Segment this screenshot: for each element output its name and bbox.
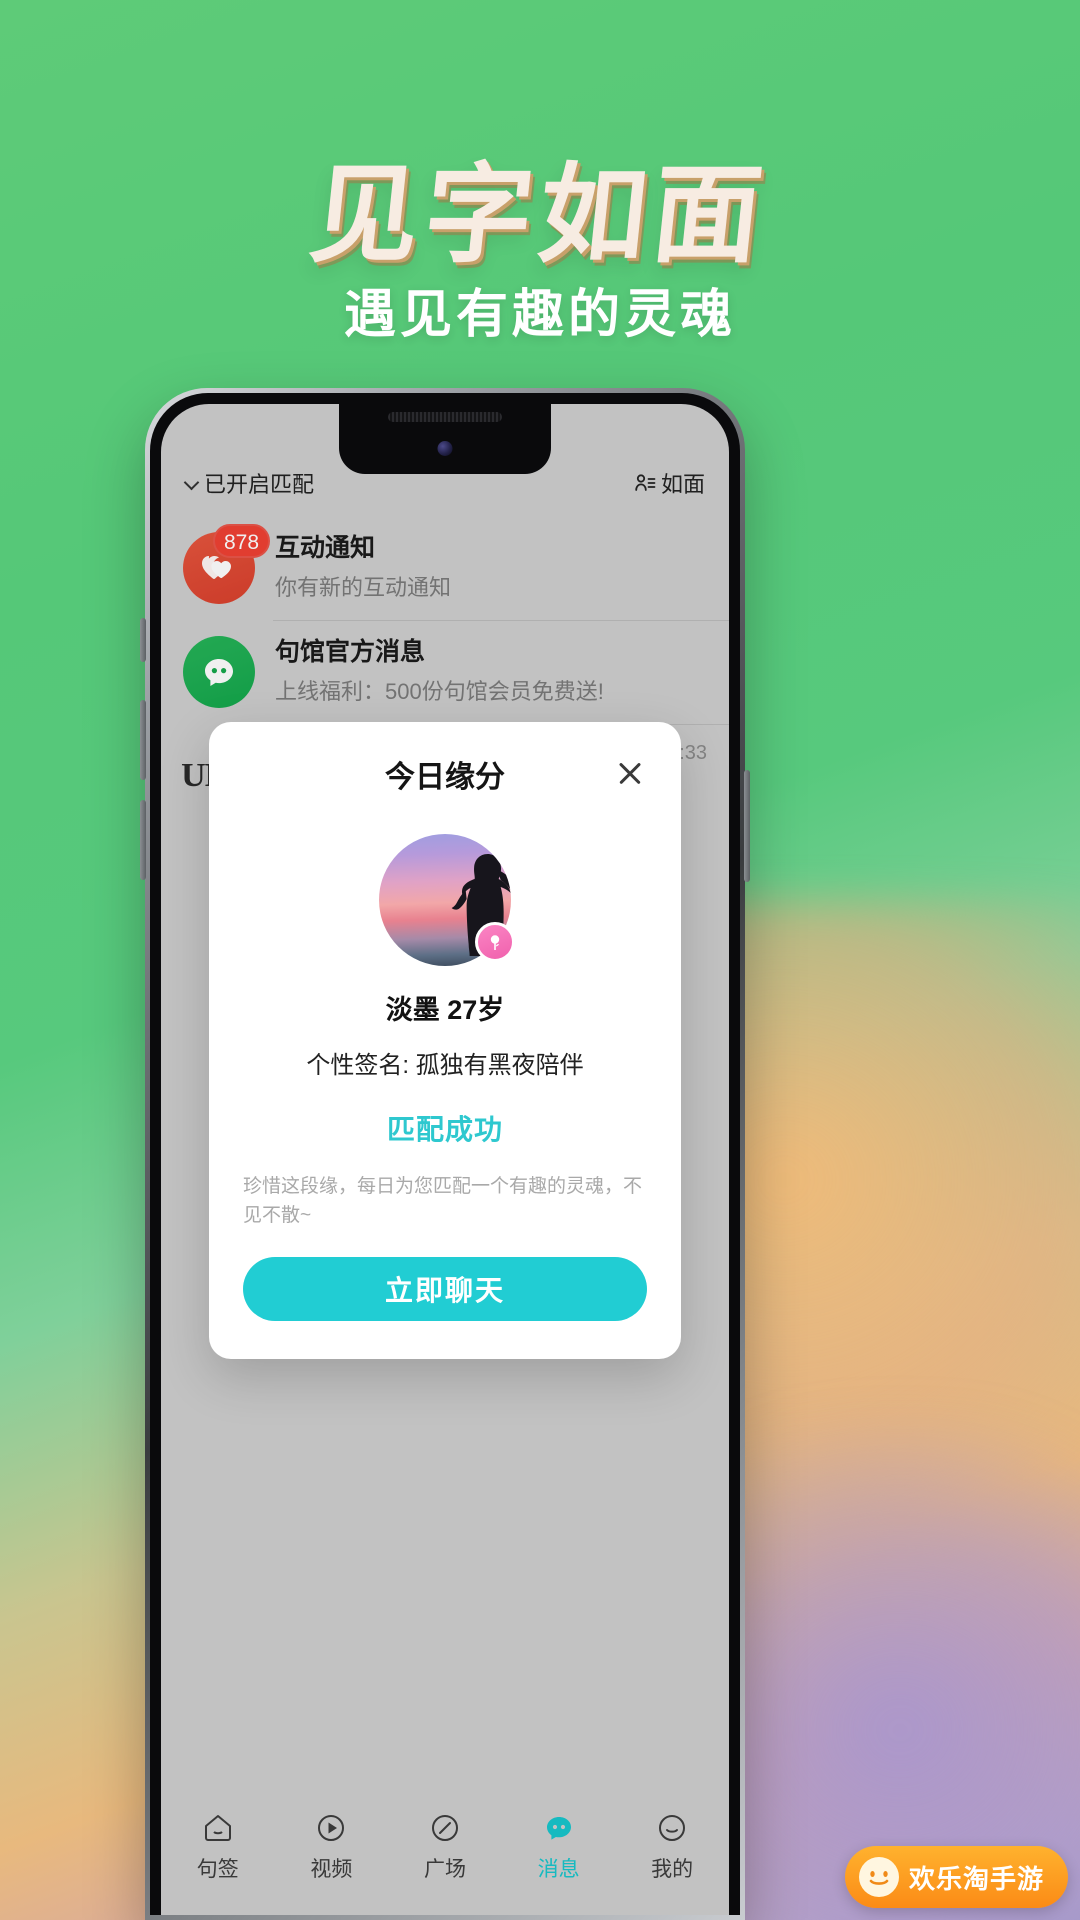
phone-power-button — [744, 770, 750, 882]
daily-match-dialog: 今日缘分 淡墨 27岁 个性签名: 孤独有黑夜陪伴 匹配成功 珍惜这段缘，每日为… — [209, 722, 681, 1359]
chat-now-button[interactable]: 立即聊天 — [243, 1256, 647, 1321]
earpiece-speaker-icon — [388, 412, 502, 422]
hero-subtitle: 遇见有趣的灵魂 — [343, 285, 736, 345]
profile-signature: 个性签名: 孤独有黑夜陪伴 — [306, 1052, 584, 1079]
phone-volume-up-button — [140, 700, 146, 780]
phone-mute-switch — [140, 618, 146, 662]
phone-screen: 已开启匹配 如面 878 互动通知 你有新的互动通知 句馆官方消息 上线福利：5… — [161, 404, 729, 1915]
status-badge: 匹配成功 — [386, 1114, 503, 1145]
dialog-title: 今日缘分 — [385, 761, 505, 794]
dialog-header: 今日缘分 — [243, 752, 647, 796]
screenshot-root: 见字如面 遇见有趣的灵魂 已开启匹配 如面 878 互动通知 你有新的互动通知 … — [0, 0, 1080, 1920]
hero-title: 见字如面 — [304, 153, 774, 278]
phone-volume-down-button — [140, 800, 146, 880]
match-avatar[interactable] — [379, 834, 515, 966]
close-icon[interactable] — [613, 756, 647, 790]
front-camera-icon — [437, 441, 453, 456]
phone-bezel: 已开启匹配 如面 878 互动通知 你有新的互动通知 句馆官方消息 上线福利：5… — [150, 393, 740, 1915]
watermark-badge: 欢乐淘手游 — [844, 1846, 1068, 1908]
smiley-face-icon — [858, 1857, 899, 1897]
phone-mockup: 已开启匹配 如面 878 互动通知 你有新的互动通知 句馆官方消息 上线福利：5… — [145, 388, 745, 1920]
rose-icon — [475, 922, 515, 962]
profile-name: 淡墨 27岁 — [385, 995, 505, 1025]
watermark-label: 欢乐淘手游 — [908, 1863, 1044, 1894]
dialog-blurb: 珍惜这段缘，每日为您匹配一个有趣的灵魂，不见不散~ — [243, 1176, 643, 1227]
